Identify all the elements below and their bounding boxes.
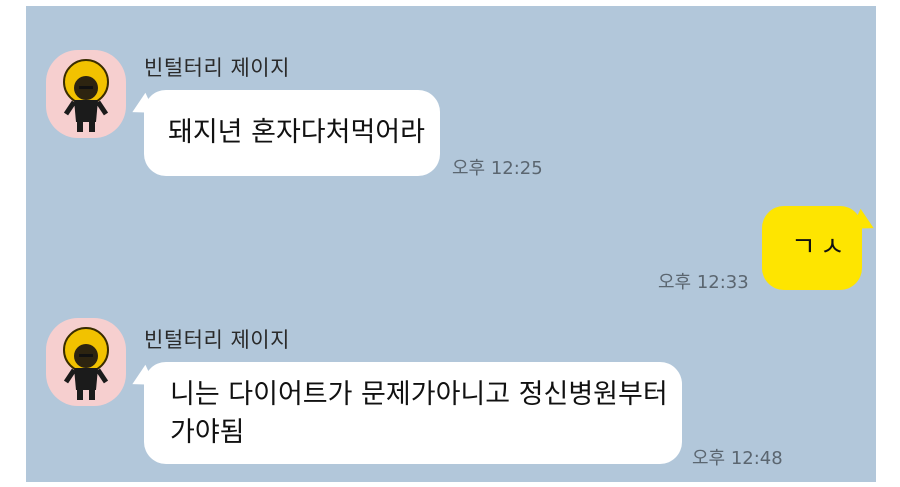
message-time: 오후 12:25 [452,158,543,179]
message-time: 오후 12:33 [658,272,749,293]
chat-area[interactable]: 빈털터리 제이지 돼지년 혼자다처먹어라 오후 12:25 ㄱㅅ 오후 12:3… [26,6,876,482]
message-text: 돼지년 혼자다처먹어라 [168,117,425,148]
avatar[interactable] [46,318,126,406]
afro-character-avatar-icon [63,59,109,132]
message-time: 오후 12:48 [692,448,783,469]
sender-name: 빈털터리 제이지 [144,56,290,80]
sender-name: 빈털터리 제이지 [144,328,290,352]
message-text: ㄱㅅ [791,232,849,263]
avatar[interactable] [46,50,126,138]
message-bubble-outgoing[interactable]: ㄱㅅ [762,206,862,290]
message-bubble[interactable]: 니는 다이어트가 문제가아니고 정신병원부터 가야됨 [144,362,682,464]
message-text-line: 가야됨 [170,417,245,448]
afro-character-avatar-icon [63,327,109,400]
message-bubble[interactable]: 돼지년 혼자다처먹어라 [144,90,440,176]
message-text-line: 니는 다이어트가 문제가아니고 정신병원부터 [170,379,668,410]
